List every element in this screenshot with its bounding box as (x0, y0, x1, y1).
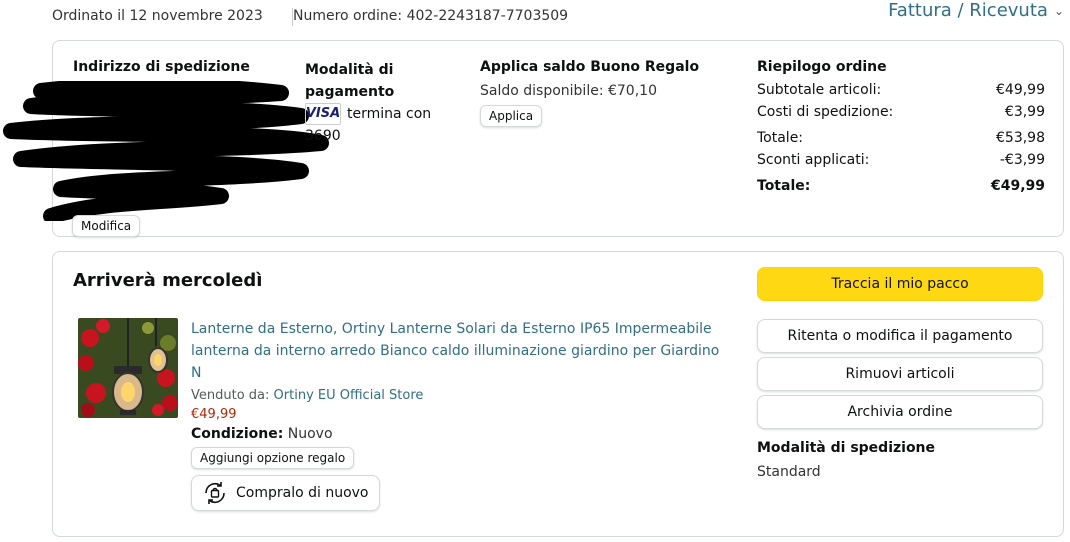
track-package-button[interactable]: Traccia il mio pacco (757, 267, 1043, 301)
condition-value: Nuovo (287, 426, 333, 442)
retry-payment-button[interactable]: Ritenta o modifica il pagamento (757, 319, 1043, 353)
archive-order-button[interactable]: Archivia ordine (757, 395, 1043, 429)
order-summary-heading: Riepilogo ordine (757, 59, 887, 75)
visa-card-icon: VISA (305, 103, 341, 125)
order-number: Numero ordine: 402-2243187-7703509 (293, 8, 569, 24)
sold-by-label: Venduto da: (191, 388, 270, 403)
apply-gift-card-button[interactable]: Applica (480, 105, 543, 127)
remove-items-button[interactable]: Rimuovi articoli (757, 357, 1043, 391)
chevron-down-icon: ⌄ (1053, 3, 1064, 18)
buy-again-icon (205, 482, 225, 504)
summary-value: €3,99 (1004, 104, 1045, 120)
summary-label: Costi di spedizione: (757, 104, 894, 120)
order-details-panel: Indirizzo di spedizione Modifica Modalit… (3, 40, 1064, 237)
summary-value: €49,99 (996, 82, 1045, 98)
payment-card-line: VISA termina con 3690 (305, 103, 455, 147)
product-condition: Condizione: Nuovo (191, 426, 731, 442)
order-header: Ordinato il 12 novembre 2023 Numero ordi… (52, 0, 1064, 28)
shipping-method-heading: Modalità di spedizione (757, 440, 936, 456)
invoice-dropdown[interactable]: Fattura / Ricevuta ⌄ (888, 0, 1064, 21)
summary-row-total: Totale: €53,98 (757, 127, 1045, 149)
shipment-actions: Traccia il mio pacco Ritenta o modifica … (757, 267, 1045, 429)
buy-again-label: Compralo di nuovo (236, 485, 369, 501)
buy-again-button[interactable]: Compralo di nuovo (191, 475, 380, 511)
gift-card-balance: Saldo disponibile: €70,10 (480, 83, 657, 99)
invoice-label: Fattura / Ricevuta (888, 0, 1048, 21)
summary-row-shipping: Costi di spedizione: €3,99 (757, 101, 1045, 123)
summary-row-discounts: Sconti applicati: -€3,99 (757, 149, 1045, 171)
add-gift-option-button[interactable]: Aggiungi opzione regalo (191, 447, 355, 469)
grand-total-value: €49,99 (990, 178, 1045, 194)
seller-link[interactable]: Ortiny EU Official Store (274, 388, 424, 403)
product-title-link[interactable]: Lanterne da Esterno, Ortiny Lanterne Sol… (191, 318, 731, 384)
shipment-panel: Arriverà mercoledì Lanterne da Esterno, … (52, 251, 1064, 537)
product-price: €49,99 (191, 407, 237, 422)
shipping-method-value: Standard (757, 464, 821, 480)
summary-value: €53,98 (996, 130, 1045, 146)
product-info: Lanterne da Esterno, Ortiny Lanterne Sol… (191, 318, 731, 511)
product-thumbnail (78, 318, 178, 418)
order-date: Ordinato il 12 novembre 2023 (52, 8, 263, 24)
summary-row-subtotal: Subtotale articoli: €49,99 (757, 79, 1045, 101)
summary-label: Sconti applicati: (757, 152, 870, 168)
gift-card-section: Applica saldo Buono Regalo Saldo disponi… (480, 59, 720, 127)
shipping-address-section: Indirizzo di spedizione Modifica (3, 59, 329, 237)
shipping-address-heading: Indirizzo di spedizione (73, 59, 250, 75)
grand-total-label: Totale: (757, 178, 811, 194)
shipping-method-section: Modalità di spedizione Standard (757, 440, 935, 480)
payment-method-heading: Modalità di pagamento (305, 62, 395, 100)
summary-label: Subtotale articoli: (757, 82, 882, 98)
gift-option-wrapper: Aggiungi opzione regalo (191, 447, 731, 469)
product-image[interactable] (78, 318, 178, 418)
condition-label: Condizione: (191, 426, 284, 442)
arrival-heading: Arriverà mercoledì (73, 270, 263, 291)
order-summary-section: Riepilogo ordine Subtotale articoli: €49… (757, 59, 1045, 197)
redacted-address-scribble (3, 81, 329, 221)
summary-value: -€3,99 (999, 152, 1045, 168)
sold-by-line: Venduto da: Ortiny EU Official Store (191, 388, 731, 403)
summary-label: Totale: (757, 130, 804, 146)
gift-card-heading: Applica saldo Buono Regalo (480, 59, 700, 75)
summary-row-grand-total: Totale: €49,99 (757, 175, 1045, 197)
edit-address-button[interactable]: Modifica (72, 215, 141, 237)
payment-method-section: Modalità di pagamento VISA termina con 36… (305, 59, 455, 147)
